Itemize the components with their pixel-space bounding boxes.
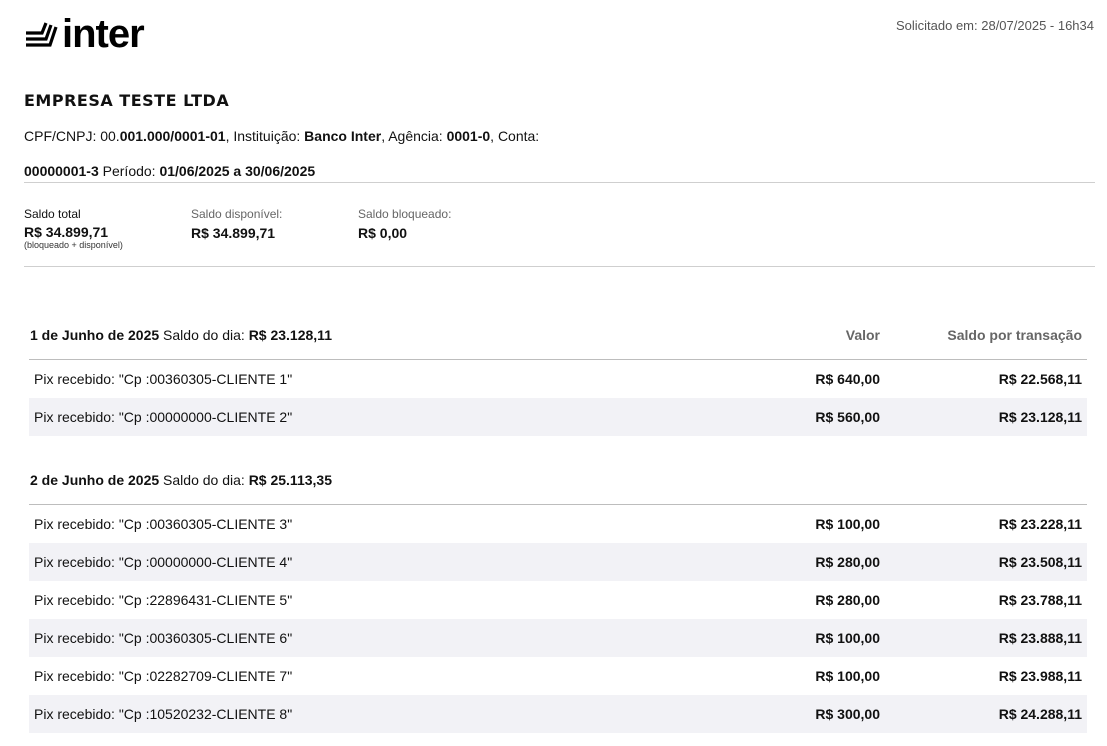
balance-available: Saldo disponível: R$ 34.899,71 xyxy=(191,207,358,250)
transaction-balance: R$ 23.988,11 xyxy=(998,668,1082,684)
transaction-value: R$ 280,00 xyxy=(815,554,880,570)
day-section-1: 1 de Junho de 2025 Saldo do dia: R$ 23.1… xyxy=(29,311,1087,436)
period-label: Período: xyxy=(98,163,160,179)
table-row: Pix recebido: "Cp :00360305-CLIENTE 6" R… xyxy=(29,619,1087,657)
inter-logo-icon xyxy=(26,22,58,47)
transaction-description: Pix recebido: "Cp :00360305-CLIENTE 6" xyxy=(34,630,293,646)
day-header: 1 de Junho de 2025 Saldo do dia: R$ 23.1… xyxy=(29,311,1087,360)
table-row: Pix recebido: "Cp :00360305-CLIENTE 3" R… xyxy=(29,505,1087,543)
balance-available-value: R$ 34.899,71 xyxy=(191,225,276,241)
transaction-value: R$ 100,00 xyxy=(815,630,880,646)
transaction-balance: R$ 23.888,11 xyxy=(998,630,1082,646)
transaction-description: Pix recebido: "Cp :00000000-CLIENTE 2" xyxy=(34,409,293,425)
inter-logo: inter xyxy=(24,12,145,56)
cpf-prefix: 00. xyxy=(100,128,120,144)
transaction-balance: R$ 22.568,11 xyxy=(998,371,1082,387)
transaction-value: R$ 280,00 xyxy=(815,592,880,608)
column-header-valor: Valor xyxy=(845,327,880,343)
day-balance-label: Saldo do dia: xyxy=(159,472,249,488)
day-balance-value: R$ 23.128,11 xyxy=(248,327,332,343)
agency-value: 0001-0 xyxy=(446,128,491,144)
balance-total-note: (bloqueado + disponível) xyxy=(24,240,123,250)
table-row: Pix recebido: "Cp :00000000-CLIENTE 2" R… xyxy=(29,398,1087,436)
day-balance-value: R$ 25.113,35 xyxy=(248,472,332,488)
table-row: Pix recebido: "Cp :00000000-CLIENTE 4" R… xyxy=(29,543,1087,581)
transaction-balance: R$ 23.128,11 xyxy=(998,409,1082,425)
transaction-description: Pix recebido: "Cp :00000000-CLIENTE 4" xyxy=(34,554,293,570)
table-row: Pix recebido: "Cp :10520232-CLIENTE 8" R… xyxy=(29,695,1087,733)
institution-value: Banco Inter xyxy=(304,128,382,144)
transaction-description: Pix recebido: "Cp :22896431-CLIENTE 5" xyxy=(34,592,293,608)
transaction-balance: R$ 23.508,11 xyxy=(998,554,1082,570)
transaction-value: R$ 300,00 xyxy=(815,706,880,722)
day-date: 2 de Junho de 2025 xyxy=(30,472,160,488)
transaction-value: R$ 100,00 xyxy=(815,516,880,532)
day-date: 1 de Junho de 2025 xyxy=(30,327,160,343)
table-row: Pix recebido: "Cp :22896431-CLIENTE 5" R… xyxy=(29,581,1087,619)
balance-total-value: R$ 34.899,71 xyxy=(24,224,109,240)
transaction-description: Pix recebido: "Cp :00360305-CLIENTE 1" xyxy=(34,371,293,387)
transaction-balance: R$ 23.228,11 xyxy=(998,516,1082,532)
transaction-value: R$ 100,00 xyxy=(815,668,880,684)
day-section-2: 2 de Junho de 2025 Saldo do dia: R$ 25.1… xyxy=(29,456,1087,733)
account-value: 00000001-3 xyxy=(24,163,99,179)
divider xyxy=(24,182,1095,183)
logo-wordmark: inter xyxy=(62,12,145,56)
table-row: Pix recebido: "Cp :00360305-CLIENTE 1" R… xyxy=(29,360,1087,398)
balance-blocked: Saldo bloqueado: R$ 0,00 xyxy=(358,207,525,250)
transaction-value: R$ 560,00 xyxy=(815,409,880,425)
account-info-line-2: 00000001-3 Período: 01/06/2025 a 30/06/2… xyxy=(24,163,315,179)
day-balance-label: Saldo do dia: xyxy=(159,327,249,343)
account-info-line-1: CPF/CNPJ: 00.001.000/0001-01, Instituiçã… xyxy=(24,128,539,144)
balance-blocked-label: Saldo bloqueado: xyxy=(358,207,452,221)
transaction-value: R$ 640,00 xyxy=(815,371,880,387)
column-header-saldo: Saldo por transação xyxy=(947,327,1082,343)
balance-total: Saldo total R$ 34.899,71 (bloqueado + di… xyxy=(24,207,191,250)
institution-label: , Instituição: xyxy=(225,128,305,144)
balance-blocked-value: R$ 0,00 xyxy=(358,225,408,241)
cpf-value: 001.000/0001-01 xyxy=(119,128,226,144)
table-row: Pix recebido: "Cp :02282709-CLIENTE 7" R… xyxy=(29,657,1087,695)
transaction-description: Pix recebido: "Cp :02282709-CLIENTE 7" xyxy=(34,668,293,684)
transaction-description: Pix recebido: "Cp :00360305-CLIENTE 3" xyxy=(34,516,293,532)
divider xyxy=(24,266,1095,267)
balance-total-label: Saldo total xyxy=(24,207,81,221)
company-name: EMPRESA TESTE LTDA xyxy=(24,91,230,110)
transaction-description: Pix recebido: "Cp :10520232-CLIENTE 8" xyxy=(34,706,293,722)
requested-at: Solicitado em: 28/07/2025 - 16h34 xyxy=(895,18,1094,33)
agency-label: , Agência: xyxy=(381,128,447,144)
period-value: 01/06/2025 a 30/06/2025 xyxy=(159,163,316,179)
account-label: , Conta: xyxy=(490,128,540,144)
balances-summary: Saldo total R$ 34.899,71 (bloqueado + di… xyxy=(24,207,525,250)
balance-available-label: Saldo disponível: xyxy=(191,207,283,221)
cpf-label: CPF/CNPJ: xyxy=(24,128,101,144)
transaction-balance: R$ 24.288,11 xyxy=(998,706,1082,722)
transaction-balance: R$ 23.788,11 xyxy=(998,592,1082,608)
day-header: 2 de Junho de 2025 Saldo do dia: R$ 25.1… xyxy=(29,456,1087,505)
